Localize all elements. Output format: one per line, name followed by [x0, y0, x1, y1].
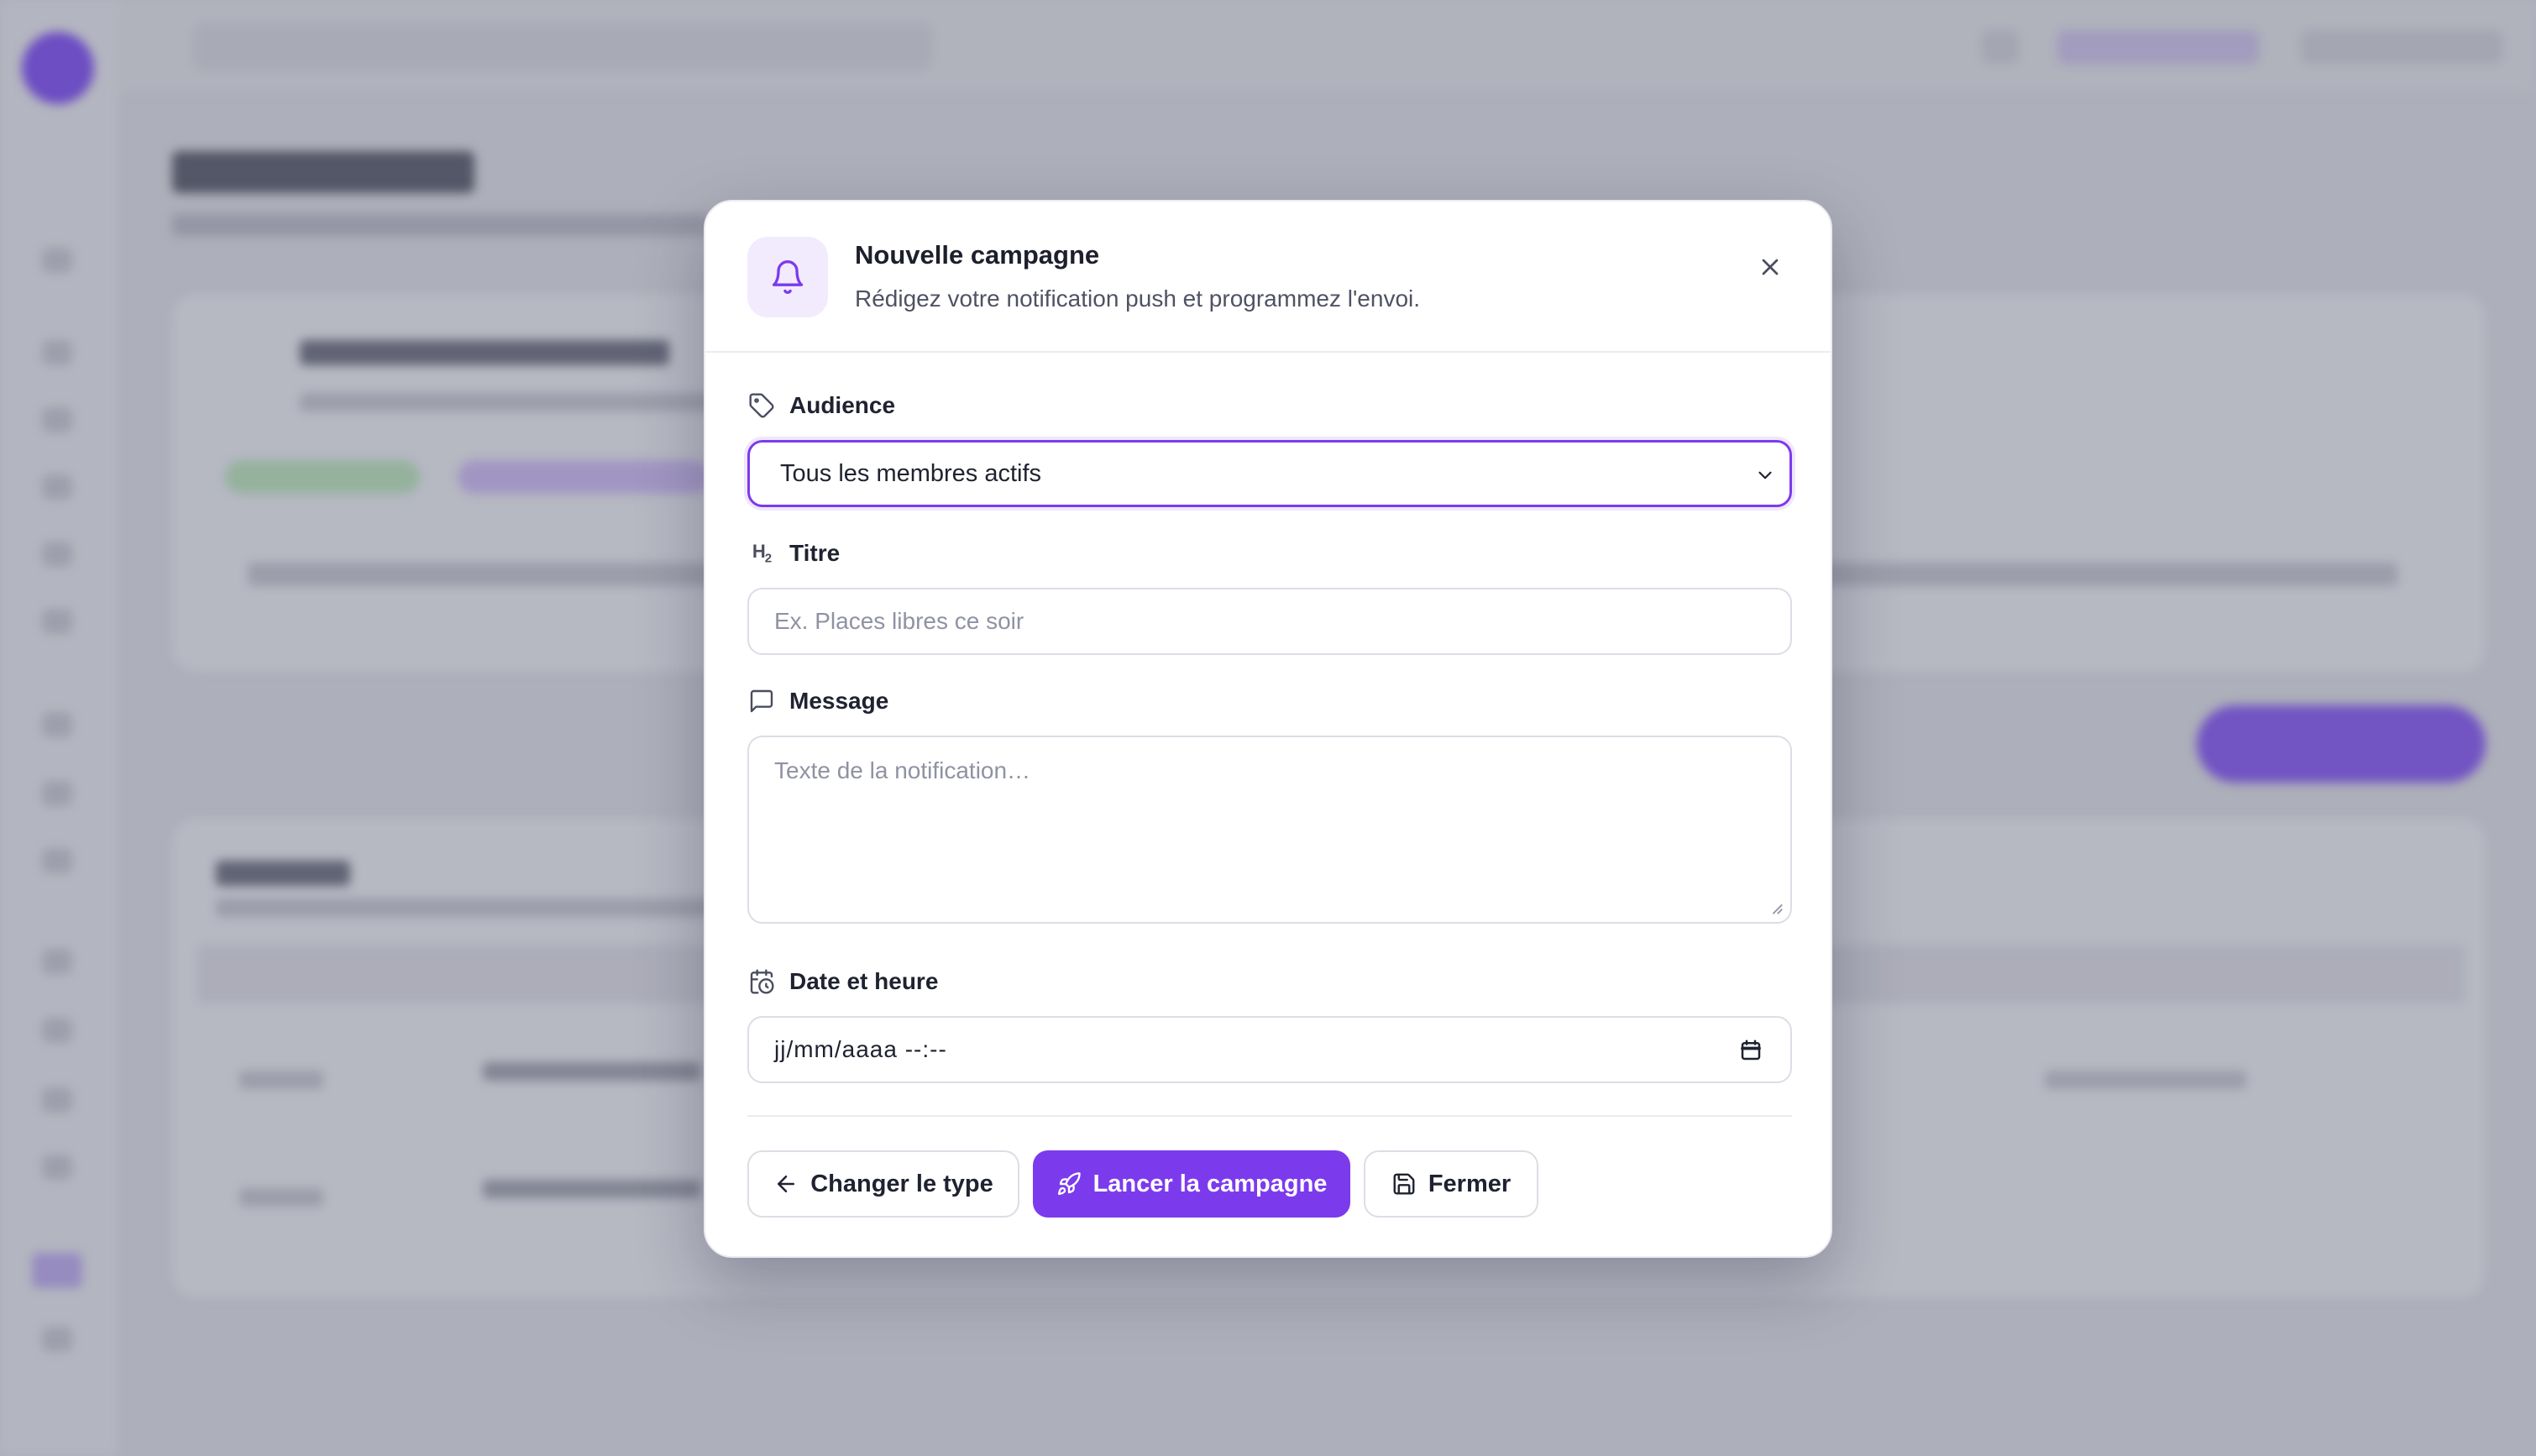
audience-label-text: Audience — [789, 392, 896, 418]
date-time-input[interactable]: jj/mm/aaaa --:-- — [747, 1016, 1792, 1083]
new-campaign-modal: Nouvelle campagne Rédigez votre notifica… — [704, 200, 1832, 1258]
launch-campaign-button[interactable]: Lancer la campagne — [1033, 1150, 1350, 1218]
date-label-text: Date et heure — [789, 968, 939, 994]
close-icon — [1762, 259, 1779, 275]
audience-selected-value: Tous les membres actifs — [780, 459, 1042, 487]
date-label: Date et heure — [747, 967, 938, 996]
resize-handle-icon[interactable] — [1768, 900, 1784, 915]
message-textarea[interactable]: Texte de la notification… — [747, 736, 1792, 924]
titre-label-text: Titre — [789, 540, 841, 566]
heading-h2-icon: H2 — [752, 541, 772, 566]
footer-divider — [747, 1115, 1792, 1117]
titre-label: H2 Titre — [747, 539, 840, 568]
close-button[interactable] — [1747, 244, 1794, 291]
message-label-text: Message — [789, 688, 889, 714]
message-label: Message — [747, 687, 888, 715]
message-square-icon — [747, 687, 776, 715]
modal-header: Nouvelle campagne Rédigez votre notifica… — [705, 202, 1831, 353]
audience-label: Audience — [747, 391, 895, 420]
chevron-down-icon — [1758, 471, 1772, 479]
calendar-icon[interactable] — [1738, 1038, 1763, 1063]
titre-placeholder: Ex. Places libres ce soir — [774, 608, 1024, 634]
launch-campaign-label: Lancer la campagne — [1092, 1170, 1328, 1197]
modal-title: Nouvelle campagne — [855, 240, 1100, 270]
message-placeholder: Texte de la notification… — [774, 757, 1031, 783]
modal-subtitle: Rédigez votre notification push et progr… — [855, 285, 1421, 312]
calendar-clock-icon — [747, 967, 776, 996]
change-type-button[interactable]: Changer le type — [747, 1150, 1019, 1218]
close-footer-label: Fermer — [1428, 1170, 1512, 1197]
titre-input[interactable]: Ex. Places libres ce soir — [747, 588, 1792, 655]
change-type-label: Changer le type — [810, 1170, 993, 1197]
rocket-icon — [1057, 1172, 1081, 1196]
save-icon — [1393, 1173, 1415, 1195]
tag-icon — [747, 391, 776, 420]
audience-select[interactable]: Tous les membres actifs — [747, 440, 1792, 507]
bell-icon — [747, 237, 828, 317]
date-value: jj/mm/aaaa --:-- — [774, 1036, 947, 1062]
close-footer-button[interactable]: Fermer — [1364, 1150, 1538, 1218]
arrow-left-icon — [778, 1176, 795, 1192]
